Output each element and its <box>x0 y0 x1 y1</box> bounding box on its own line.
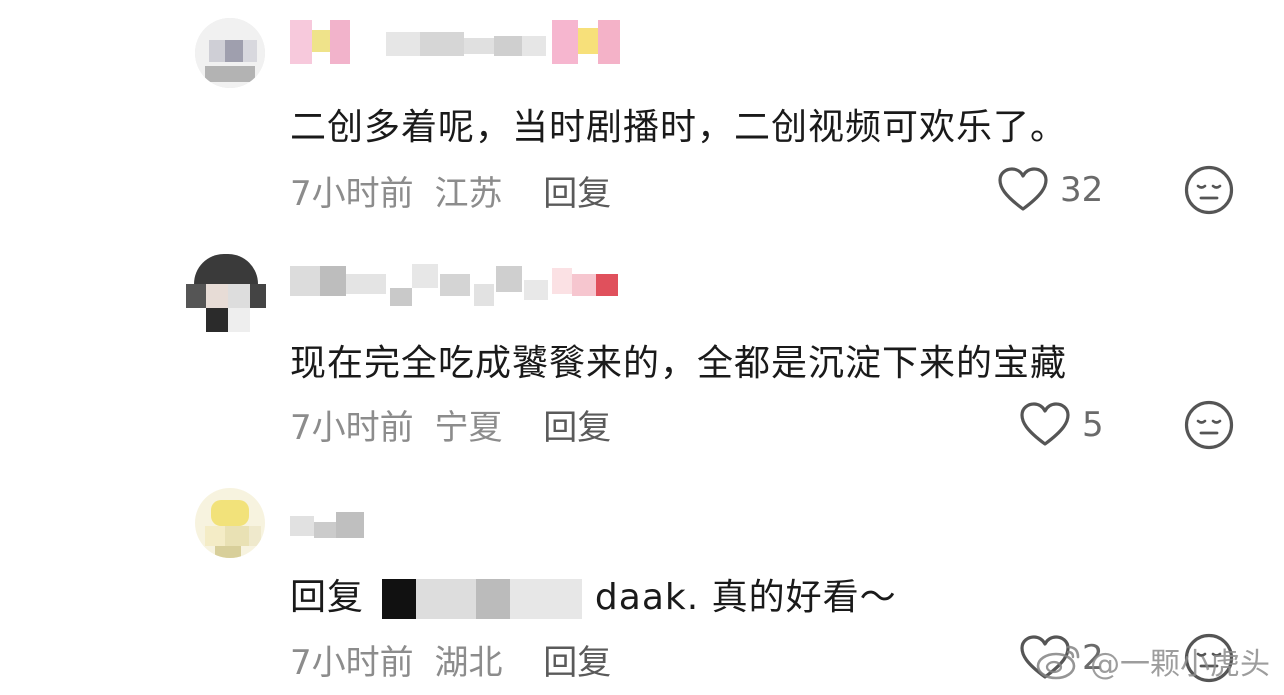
reply-button[interactable]: 回复 <box>543 408 611 448</box>
comment-time: 7小时前 <box>290 408 414 448</box>
weibo-logo-icon <box>1036 641 1082 681</box>
avatar[interactable] <box>186 254 266 334</box>
watermark-text: @一颗小虎头 <box>1090 647 1270 682</box>
avatar[interactable] <box>195 18 265 88</box>
dislike-button[interactable] <box>1184 400 1234 450</box>
comment-item: 二创多着呢，当时剧播时，二创视频可欢乐了。 7小时前 江苏 回复 32 <box>0 0 1284 230</box>
comment-text: 现在完全吃成饕餮来的，全都是沉淀下来的宝藏 <box>290 343 1068 384</box>
comment-text: 二创多着呢，当时剧播时，二创视频可欢乐了。 <box>290 107 1068 148</box>
reply-button[interactable]: 回复 <box>543 643 611 683</box>
username-blurred[interactable] <box>290 20 620 64</box>
avatar[interactable] <box>195 488 265 558</box>
mention-blurred[interactable] <box>382 579 583 619</box>
neutral-face-icon <box>1184 165 1234 219</box>
reply-button[interactable]: 回复 <box>543 174 611 214</box>
like-count: 32 <box>1060 170 1104 210</box>
heart-icon <box>998 167 1048 213</box>
comment-meta: 7小时前 湖北 回复 <box>290 635 611 684</box>
username-blurred[interactable] <box>290 260 630 306</box>
reply-text: daak. 真的好看～ <box>594 577 897 618</box>
comment-location: 湖北 <box>434 643 503 683</box>
comment-time: 7小时前 <box>290 174 414 214</box>
comment-time: 7小时前 <box>290 643 414 683</box>
comment-meta: 7小时前 江苏 回复 <box>290 166 611 215</box>
like-button[interactable]: 32 <box>998 164 1103 216</box>
like-button[interactable]: 5 <box>1020 399 1104 451</box>
neutral-face-icon <box>1184 400 1234 454</box>
comment-location: 江苏 <box>434 174 503 214</box>
like-count: 5 <box>1082 405 1104 445</box>
dislike-button[interactable] <box>1184 165 1234 215</box>
comment-location: 宁夏 <box>434 408 503 448</box>
username-blurred[interactable] <box>290 502 370 546</box>
comment-text: 回复 daak. 真的好看～ <box>290 568 897 620</box>
comment-meta: 7小时前 宁夏 回复 <box>290 400 611 449</box>
weibo-watermark: @一颗小虎头 <box>1036 639 1270 683</box>
heart-icon <box>1020 402 1070 448</box>
reply-prefix: 回复 <box>290 577 365 618</box>
comment-item: 现在完全吃成饕餮来的，全都是沉淀下来的宝藏 7小时前 宁夏 回复 5 <box>0 230 1284 470</box>
